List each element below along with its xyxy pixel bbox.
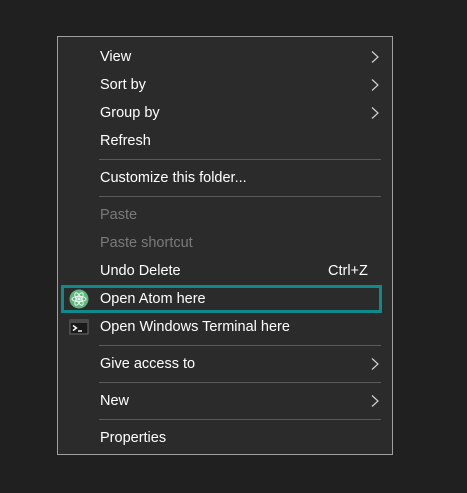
- chevron-right-icon: [371, 395, 379, 407]
- menu-separator: [99, 382, 381, 383]
- menu-item-sort-by[interactable]: Sort by: [58, 71, 392, 99]
- menu-separator: [99, 159, 381, 160]
- menu-item-give-access-to[interactable]: Give access to: [58, 350, 392, 378]
- menu-separator: [99, 345, 381, 346]
- menu-item-label: Open Atom here: [100, 291, 206, 307]
- context-menu: View Sort by Group by Refresh Customize …: [57, 36, 393, 455]
- menu-item-label: Paste: [100, 207, 138, 223]
- atom-icon: [69, 289, 89, 309]
- menu-item-view[interactable]: View: [58, 43, 392, 71]
- menu-item-open-atom-here[interactable]: Open Atom here: [61, 285, 382, 313]
- menu-item-label: View: [100, 49, 132, 65]
- shortcut-hint: Ctrl+Z: [328, 263, 368, 279]
- menu-item-label: Open Windows Terminal here: [100, 319, 290, 335]
- menu-item-properties[interactable]: Properties: [58, 424, 392, 452]
- menu-item-label: Sort by: [100, 77, 146, 93]
- menu-item-paste-shortcut: Paste shortcut: [58, 229, 392, 257]
- menu-item-label: Refresh: [100, 133, 151, 149]
- menu-item-label: Paste shortcut: [100, 235, 193, 251]
- chevron-right-icon: [371, 51, 379, 63]
- menu-item-label: New: [100, 393, 130, 409]
- chevron-right-icon: [371, 358, 379, 370]
- chevron-right-icon: [371, 79, 379, 91]
- terminal-icon: [69, 319, 89, 335]
- menu-item-refresh[interactable]: Refresh: [58, 127, 392, 155]
- menu-item-undo-delete[interactable]: Undo Delete Ctrl+Z: [58, 257, 392, 285]
- menu-item-new[interactable]: New: [58, 387, 392, 415]
- menu-item-label: Give access to: [100, 356, 196, 372]
- menu-separator: [99, 196, 381, 197]
- chevron-right-icon: [371, 107, 379, 119]
- menu-item-label: Properties: [100, 430, 167, 446]
- menu-separator: [99, 419, 381, 420]
- menu-item-label: Customize this folder...: [100, 170, 247, 186]
- menu-item-paste: Paste: [58, 201, 392, 229]
- menu-item-customize-folder[interactable]: Customize this folder...: [58, 164, 392, 192]
- menu-item-label: Undo Delete: [100, 263, 181, 279]
- menu-item-open-windows-terminal-here[interactable]: Open Windows Terminal here: [58, 313, 392, 341]
- menu-item-group-by[interactable]: Group by: [58, 99, 392, 127]
- menu-item-label: Group by: [100, 105, 160, 121]
